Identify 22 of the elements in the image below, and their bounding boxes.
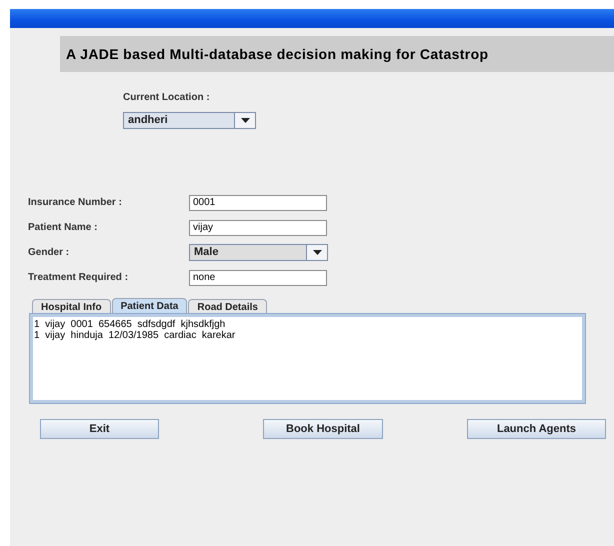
- field-label: Current Location :: [123, 92, 210, 103]
- input-field[interactable]: 0001: [189, 194, 327, 210]
- input-field[interactable]: vijay: [189, 220, 327, 236]
- record-line: 1 vijay 0001 654665 sdfsdgdf kjhsdkfjgh: [34, 319, 226, 330]
- field-label: Treatment Required :: [28, 272, 130, 283]
- record-line: 1 vijay hinduja 12/03/1985 cardiac karekar: [34, 330, 236, 341]
- field-label: Gender :: [28, 247, 70, 258]
- records-text-area[interactable]: 1 vijay 0001 654665 sdfsdgdf kjhsdkfjgh 1 vijay hinduja 12/03/1985 cardiac karekar: [30, 314, 585, 403]
- app-title: A JADE based Multi-database decision making for Catastrop: [66, 46, 488, 62]
- field-label: Insurance Number :: [28, 197, 123, 208]
- caret-icon: [240, 118, 250, 123]
- location-dropdown[interactable]: andheri: [123, 112, 256, 129]
- tab[interactable]: Hospital Info: [32, 299, 111, 314]
- caret-icon: [312, 250, 322, 255]
- action-button[interactable]: Launch Agents: [467, 419, 606, 439]
- tab[interactable]: Road Details: [188, 299, 267, 314]
- action-button[interactable]: Exit: [40, 419, 159, 439]
- action-button[interactable]: Book Hospital: [263, 419, 383, 439]
- input-field[interactable]: none: [189, 270, 327, 286]
- field-label: Patient Name :: [28, 222, 98, 233]
- gender-dropdown[interactable]: Male: [189, 244, 328, 261]
- tab[interactable]: Patient Data: [112, 298, 188, 314]
